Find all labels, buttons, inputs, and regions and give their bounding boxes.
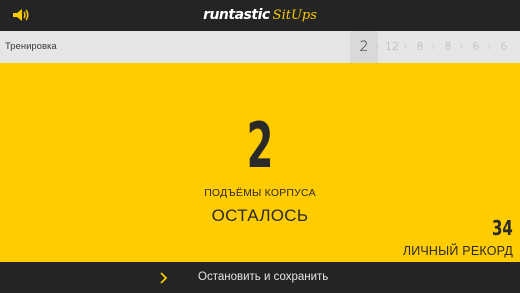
stop-and-save-button[interactable]: Остановить и сохранить	[198, 271, 328, 283]
product-name: SitUps	[272, 8, 317, 23]
remaining-count: 2	[246, 109, 274, 182]
set-list: 2 12 8 8 6 6	[350, 31, 518, 63]
set-item: 6	[500, 40, 508, 53]
stop-save-bar[interactable]: Остановить и сохранить	[0, 262, 520, 293]
set-item: 12	[378, 31, 406, 63]
top-bar: runtastic SitUps	[0, 0, 520, 31]
set-item: 8	[406, 31, 434, 63]
app-logo: runtastic SitUps	[0, 6, 520, 24]
workout-bar: Тренировка 2 12 8 8 6 6	[0, 31, 520, 63]
set-item: 8	[434, 31, 462, 63]
exercise-unit-label: ПОДЪЁМЫ КОРПУСА	[204, 187, 316, 199]
set-item-current: 2	[350, 31, 378, 63]
set-item: 6	[462, 31, 490, 63]
chevron-right-icon	[158, 271, 168, 284]
personal-record-label: ЛИЧНЫЙ РЕКОРД	[402, 244, 513, 258]
workout-label: Тренировка	[5, 41, 57, 52]
brand-name: runtastic	[203, 7, 270, 23]
counter-panel[interactable]: 2 ПОДЪЁМЫ КОРПУСА ОСТАЛОСЬ 34 ЛИЧНЫЙ РЕК…	[0, 63, 520, 262]
remaining-label: ОСТАЛОСЬ	[211, 206, 309, 225]
personal-record-value: 34	[492, 216, 513, 240]
